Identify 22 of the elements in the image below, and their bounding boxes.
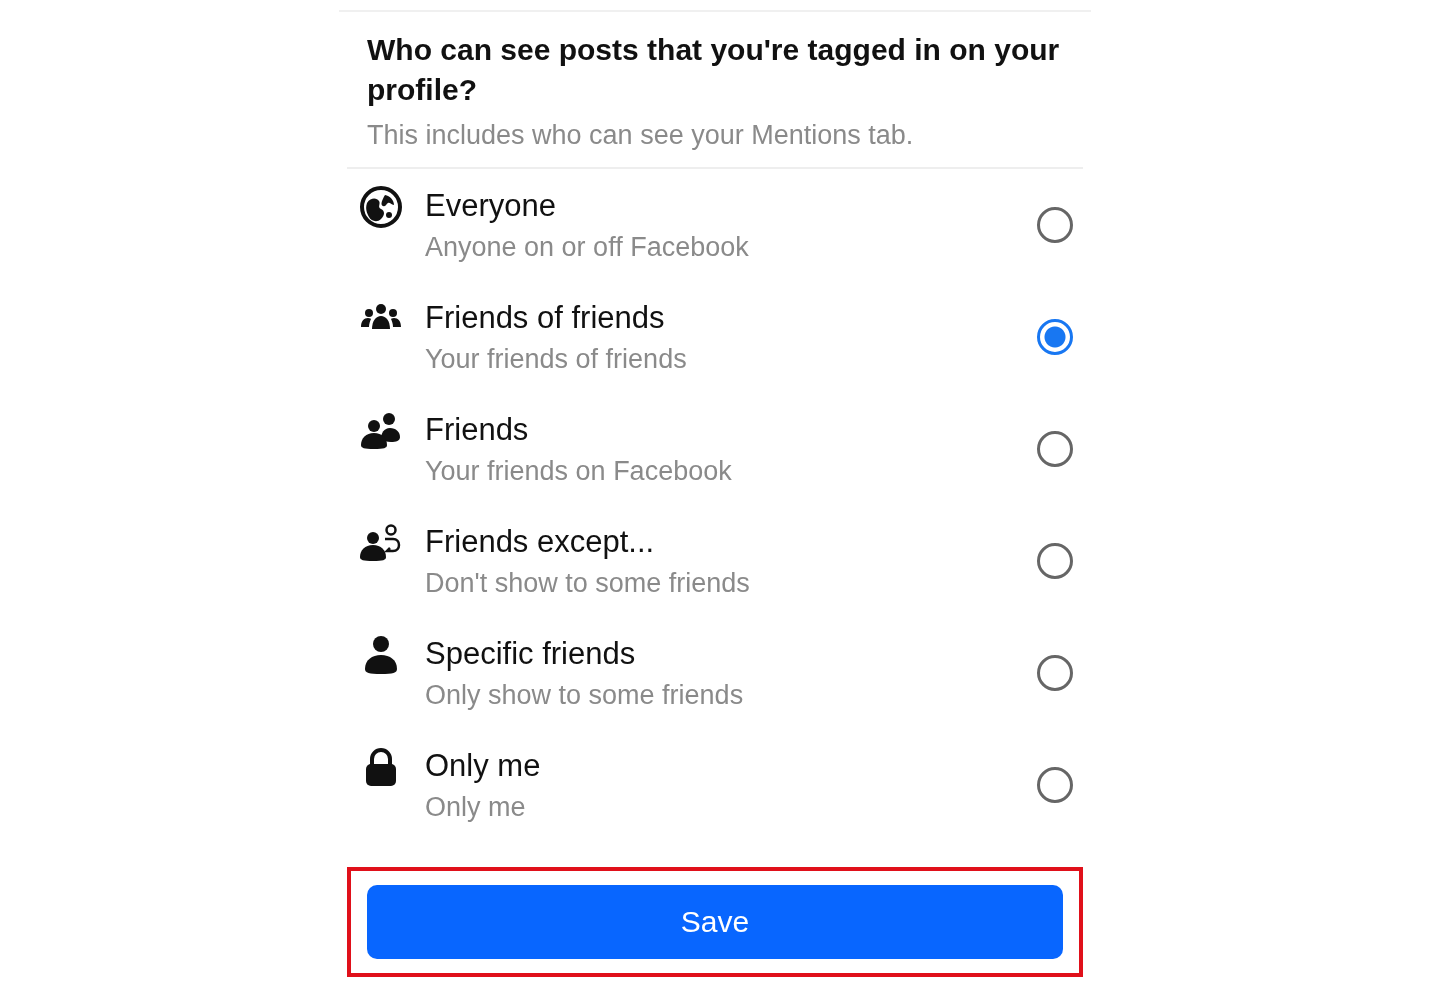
globe-icon	[359, 185, 403, 229]
option-label: Friends	[425, 411, 530, 448]
radio-button[interactable]	[1037, 431, 1073, 467]
option-label: Everyone	[425, 187, 557, 224]
option-description: Only me	[425, 791, 527, 823]
option-description: Your friends of friends	[425, 343, 688, 375]
radio-button[interactable]	[1037, 655, 1073, 691]
question-heading: Who can see posts that you're tagged in on your profile?	[367, 32, 1061, 108]
option-description: Your friends on Facebook	[425, 455, 733, 487]
question-subtitle: This includes who can see your Mentions tab.	[367, 120, 915, 151]
option-description: Anyone on or off Facebook	[425, 231, 750, 263]
radio-button[interactable]	[1037, 767, 1073, 803]
option-description: Only show to some friends	[425, 679, 745, 711]
radio-button[interactable]	[1037, 207, 1073, 243]
option-label: Friends except...	[425, 523, 656, 560]
option-label: Friends of friends	[425, 299, 666, 336]
option-label: Only me	[425, 747, 542, 784]
option-label: Specific friends	[425, 635, 637, 672]
radio-button[interactable]	[1037, 319, 1073, 355]
radio-button[interactable]	[1037, 543, 1073, 579]
option-description: Don't show to some friends	[425, 567, 751, 599]
save-button[interactable]: Save	[367, 885, 1063, 959]
